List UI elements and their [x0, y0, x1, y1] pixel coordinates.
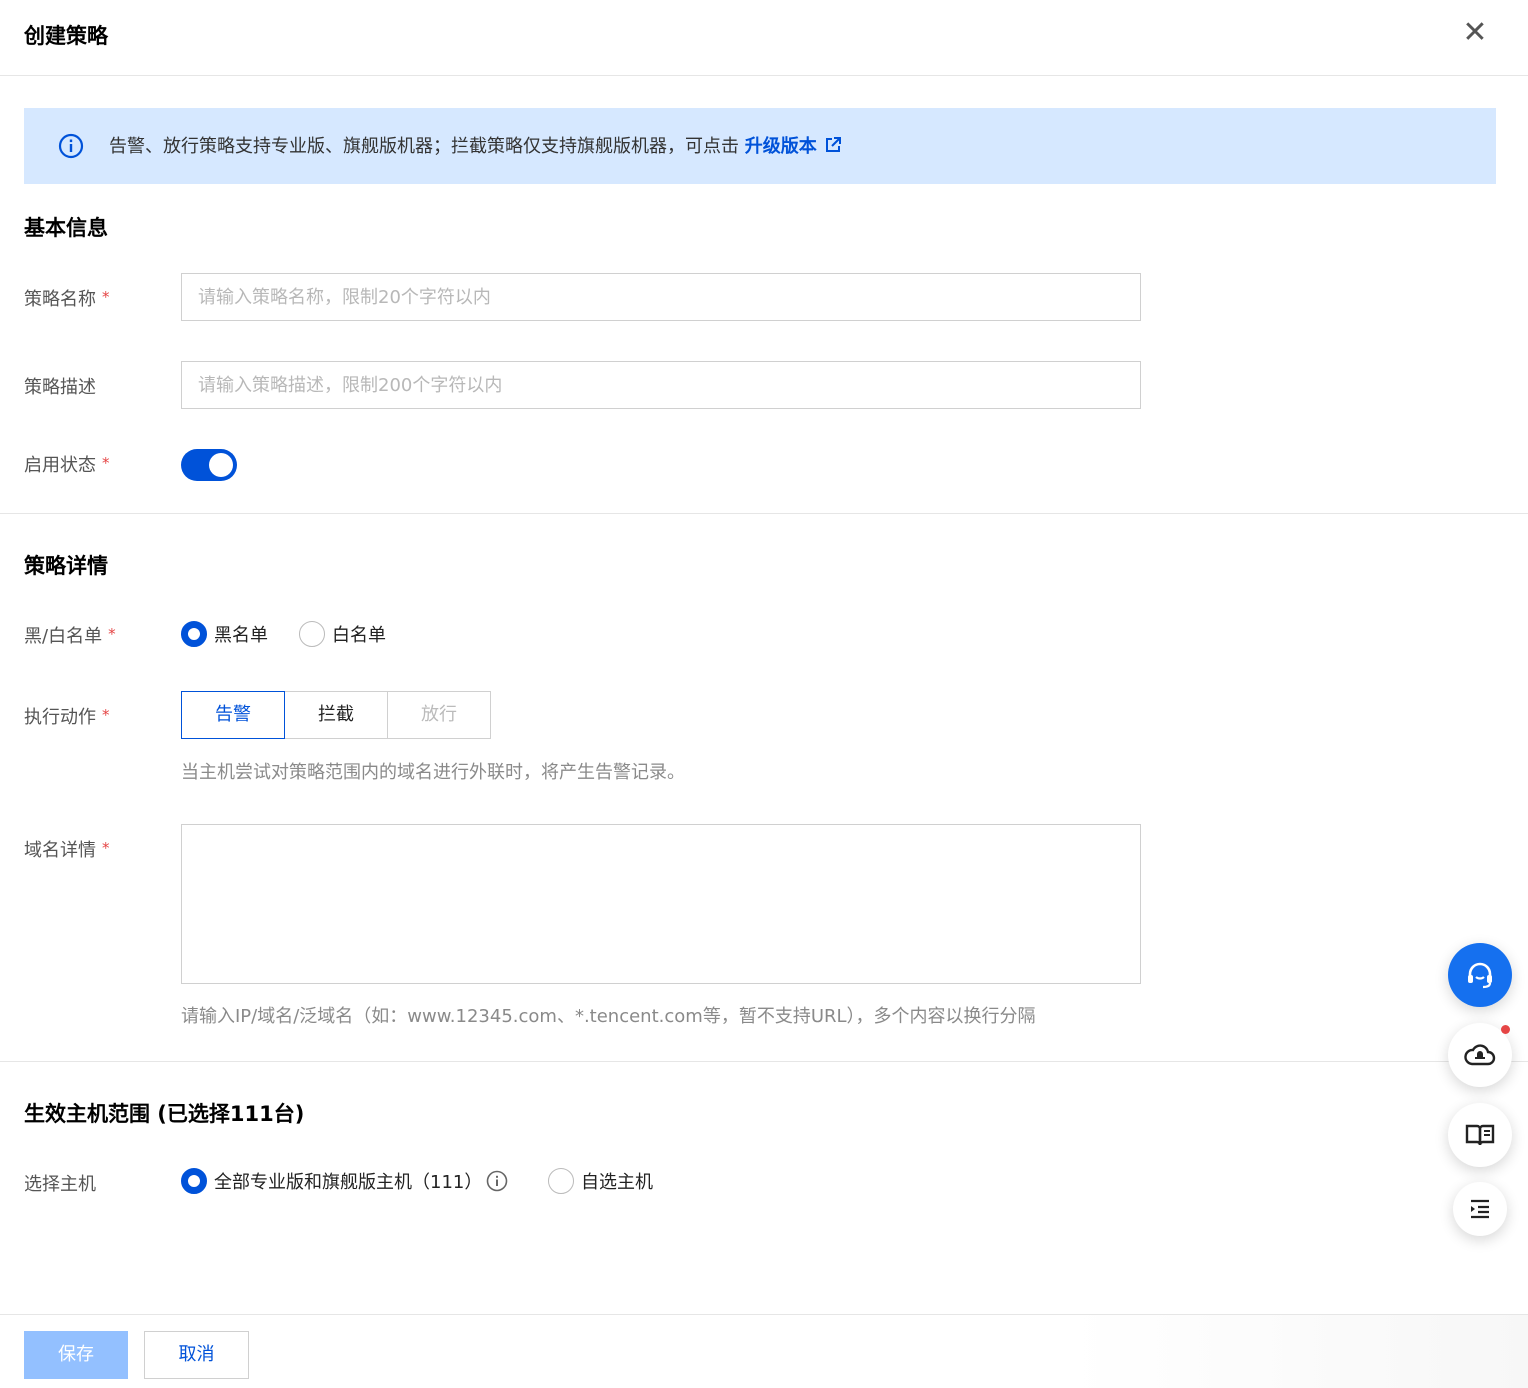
- action-allow-button[interactable]: 放行: [387, 691, 491, 739]
- action-label: 执行动作 *: [24, 703, 110, 729]
- policy-name-input[interactable]: [181, 273, 1141, 321]
- action-alert-button[interactable]: 告警: [181, 691, 285, 739]
- divider: [0, 1061, 1528, 1062]
- radio-label: 自选主机: [581, 1172, 653, 1193]
- upgrade-link-label: 升级版本: [744, 136, 817, 157]
- status-toggle[interactable]: [181, 449, 237, 481]
- cloud-notification-icon: [1464, 1044, 1496, 1066]
- cloud-notification-button[interactable]: [1448, 1023, 1512, 1087]
- radio-blacklist[interactable]: 黑名单: [181, 621, 268, 647]
- radio-label: 白名单: [332, 625, 386, 646]
- status-label: 启用状态 *: [24, 451, 110, 477]
- headset-button[interactable]: [1448, 943, 1512, 1007]
- save-button[interactable]: 保存: [24, 1331, 128, 1379]
- docs-button[interactable]: [1448, 1103, 1512, 1167]
- list-type-label: 黑/白名单 *: [24, 622, 116, 648]
- required-mark: *: [102, 706, 110, 724]
- list-type-label-text: 黑/白名单: [24, 626, 103, 647]
- action-label-text: 执行动作: [24, 707, 96, 728]
- action-block-button[interactable]: 拦截: [284, 691, 388, 739]
- info-icon: [58, 133, 84, 159]
- action-help-text: 当主机尝试对策略范围内的域名进行外联时，将产生告警记录。: [181, 762, 685, 783]
- radio-circle: [548, 1168, 574, 1194]
- policy-name-label: 策略名称 *: [24, 285, 110, 311]
- section-title-detail: 策略详情: [24, 554, 108, 578]
- info-icon[interactable]: [486, 1170, 508, 1192]
- domain-textarea[interactable]: [181, 824, 1141, 984]
- policy-desc-label: 策略描述: [24, 377, 96, 398]
- radio-whitelist[interactable]: 白名单: [299, 621, 386, 647]
- section-title-basic: 基本信息: [24, 216, 108, 240]
- dialog-header: 创建策略 ✕: [0, 0, 1528, 76]
- close-icon[interactable]: ✕: [1458, 16, 1492, 50]
- radio-circle-checked: [181, 1168, 207, 1194]
- required-mark: *: [102, 839, 110, 857]
- divider: [0, 513, 1528, 514]
- dialog-footer: 保存 取消: [0, 1314, 1528, 1388]
- outline-button[interactable]: [1453, 1182, 1507, 1236]
- required-mark: *: [108, 625, 116, 643]
- section-title-scope: 生效主机范围 (已选择111台): [24, 1102, 305, 1126]
- status-label-text: 启用状态: [24, 455, 96, 476]
- domain-label-text: 域名详情: [24, 840, 96, 861]
- domain-help-text: 请输入IP/域名/泛域名（如：www.12345.com、*.tencent.c…: [181, 1006, 1036, 1027]
- policy-name-label-text: 策略名称: [24, 289, 96, 310]
- radio-circle: [299, 621, 325, 647]
- external-link-icon: [825, 137, 841, 152]
- toggle-knob: [209, 453, 233, 477]
- host-label: 选择主机: [24, 1174, 96, 1195]
- policy-desc-input[interactable]: [181, 361, 1141, 409]
- list-indent-icon: [1471, 1199, 1489, 1219]
- cancel-button[interactable]: 取消: [144, 1331, 249, 1379]
- dialog-title: 创建策略: [24, 24, 108, 48]
- required-mark: *: [102, 288, 110, 306]
- book-icon: [1465, 1124, 1495, 1146]
- domain-label: 域名详情 *: [24, 836, 110, 862]
- notice-banner: 告警、放行策略支持专业版、旗舰版机器；拦截策略仅支持旗舰版机器，可点击 升级版本: [24, 108, 1496, 184]
- radio-custom-hosts[interactable]: 自选主机: [548, 1168, 653, 1194]
- radio-circle-checked: [181, 621, 207, 647]
- headset-icon: [1468, 962, 1492, 989]
- upgrade-link[interactable]: 升级版本: [745, 136, 841, 157]
- required-mark: *: [102, 454, 110, 472]
- radio-label: 黑名单: [214, 625, 268, 646]
- notice-text: 告警、放行策略支持专业版、旗舰版机器；拦截策略仅支持旗舰版机器，可点击: [109, 136, 745, 157]
- notification-badge: [1501, 1025, 1510, 1034]
- notice-text-wrap: 告警、放行策略支持专业版、旗舰版机器；拦截策略仅支持旗舰版机器，可点击 升级版本: [109, 132, 841, 158]
- radio-all-hosts[interactable]: 全部专业版和旗舰版主机（111）: [181, 1168, 508, 1194]
- radio-label: 全部专业版和旗舰版主机（111）: [214, 1172, 483, 1193]
